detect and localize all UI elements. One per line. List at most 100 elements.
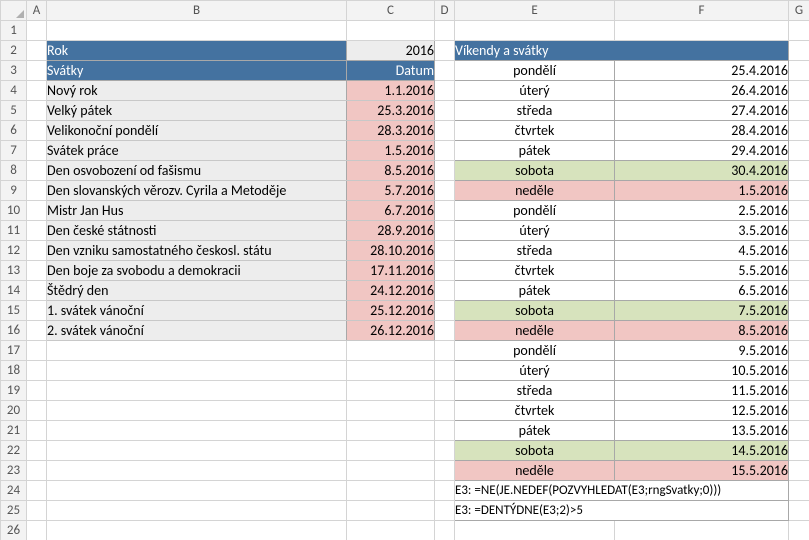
row-header-9[interactable]: 9 (1, 181, 27, 201)
cell-G25[interactable] (789, 501, 809, 521)
row-header-12[interactable]: 12 (1, 241, 27, 261)
row-header-19[interactable]: 19 (1, 381, 27, 401)
cell-G20[interactable] (789, 401, 809, 421)
cell-A8[interactable] (27, 161, 47, 181)
cell-G5[interactable] (789, 101, 809, 121)
cell-C18[interactable] (347, 361, 435, 381)
cell-A22[interactable] (27, 441, 47, 461)
cell-A25[interactable] (27, 501, 47, 521)
cell-A4[interactable] (27, 81, 47, 101)
col-header-G[interactable]: G (789, 1, 809, 21)
cell-G23[interactable] (789, 461, 809, 481)
cell-G14[interactable] (789, 281, 809, 301)
cell-G11[interactable] (789, 221, 809, 241)
cell-D16[interactable] (435, 321, 455, 341)
row-header-17[interactable]: 17 (1, 341, 27, 361)
row-header-23[interactable]: 23 (1, 461, 27, 481)
cell-C22[interactable] (347, 441, 435, 461)
cell-A15[interactable] (27, 301, 47, 321)
cell-G21[interactable] (789, 421, 809, 441)
row-header-14[interactable]: 14 (1, 281, 27, 301)
cell-G16[interactable] (789, 321, 809, 341)
row-header-11[interactable]: 11 (1, 221, 27, 241)
cell-D3[interactable] (435, 61, 455, 81)
cell-A6[interactable] (27, 121, 47, 141)
row-header-25[interactable]: 25 (1, 501, 27, 521)
cell-B24[interactable] (47, 481, 347, 501)
cell-D12[interactable] (435, 241, 455, 261)
cell-D8[interactable] (435, 161, 455, 181)
cell-D14[interactable] (435, 281, 455, 301)
cell-D21[interactable] (435, 421, 455, 441)
cell-G7[interactable] (789, 141, 809, 161)
cell-A10[interactable] (27, 201, 47, 221)
cell-D11[interactable] (435, 221, 455, 241)
cell-B22[interactable] (47, 441, 347, 461)
row-header-15[interactable]: 15 (1, 301, 27, 321)
cell-G10[interactable] (789, 201, 809, 221)
cell-G17[interactable] (789, 341, 809, 361)
cell-B19[interactable] (47, 381, 347, 401)
row-header-2[interactable]: 2 (1, 41, 27, 61)
cell-G13[interactable] (789, 261, 809, 281)
col-header-D[interactable]: D (435, 1, 455, 21)
cell-G2[interactable] (789, 41, 809, 61)
cell-G8[interactable] (789, 161, 809, 181)
cell-A14[interactable] (27, 281, 47, 301)
row-header-21[interactable]: 21 (1, 421, 27, 441)
cell-G9[interactable] (789, 181, 809, 201)
cell-A1[interactable] (27, 21, 47, 41)
cell-A11[interactable] (27, 221, 47, 241)
cell-A5[interactable] (27, 101, 47, 121)
row-header-5[interactable]: 5 (1, 101, 27, 121)
row-header-3[interactable]: 3 (1, 61, 27, 81)
cell-G18[interactable] (789, 361, 809, 381)
cell-B26[interactable] (47, 521, 347, 540)
cell-A19[interactable] (27, 381, 47, 401)
cell-D24[interactable] (435, 481, 455, 501)
cell-A20[interactable] (27, 401, 47, 421)
cell-B1[interactable] (47, 21, 347, 41)
cell-D15[interactable] (435, 301, 455, 321)
cell-A12[interactable] (27, 241, 47, 261)
col-header-E[interactable]: E (455, 1, 615, 21)
cell-G24[interactable] (789, 481, 809, 501)
cell-G15[interactable] (789, 301, 809, 321)
cell-G3[interactable] (789, 61, 809, 81)
cell-C24[interactable] (347, 481, 435, 501)
cell-G4[interactable] (789, 81, 809, 101)
row-header-13[interactable]: 13 (1, 261, 27, 281)
row-header-24[interactable]: 24 (1, 481, 27, 501)
col-header-B[interactable]: B (47, 1, 347, 21)
row-header-1[interactable]: 1 (1, 21, 27, 41)
cell-C19[interactable] (347, 381, 435, 401)
cell-D2[interactable] (435, 41, 455, 61)
cell-D4[interactable] (435, 81, 455, 101)
cell-B25[interactable] (47, 501, 347, 521)
cell-C21[interactable] (347, 421, 435, 441)
cell-D7[interactable] (435, 141, 455, 161)
cell-B18[interactable] (47, 361, 347, 381)
select-all-corner[interactable] (1, 1, 27, 21)
cell-D19[interactable] (435, 381, 455, 401)
cell-D17[interactable] (435, 341, 455, 361)
cell-A17[interactable] (27, 341, 47, 361)
cell-A21[interactable] (27, 421, 47, 441)
cell-B17[interactable] (47, 341, 347, 361)
cell-A2[interactable] (27, 41, 47, 61)
row-header-22[interactable]: 22 (1, 441, 27, 461)
cell-A3[interactable] (27, 61, 47, 81)
cell-B20[interactable] (47, 401, 347, 421)
row-header-18[interactable]: 18 (1, 361, 27, 381)
cell-D18[interactable] (435, 361, 455, 381)
row-header-4[interactable]: 4 (1, 81, 27, 101)
cell-A26[interactable] (27, 521, 47, 540)
cell-C25[interactable] (347, 501, 435, 521)
cell-G26[interactable] (789, 521, 809, 540)
cell-B23[interactable] (47, 461, 347, 481)
row-header-10[interactable]: 10 (1, 201, 27, 221)
cell-G19[interactable] (789, 381, 809, 401)
cell-G22[interactable] (789, 441, 809, 461)
row-header-8[interactable]: 8 (1, 161, 27, 181)
col-header-F[interactable]: F (615, 1, 789, 21)
